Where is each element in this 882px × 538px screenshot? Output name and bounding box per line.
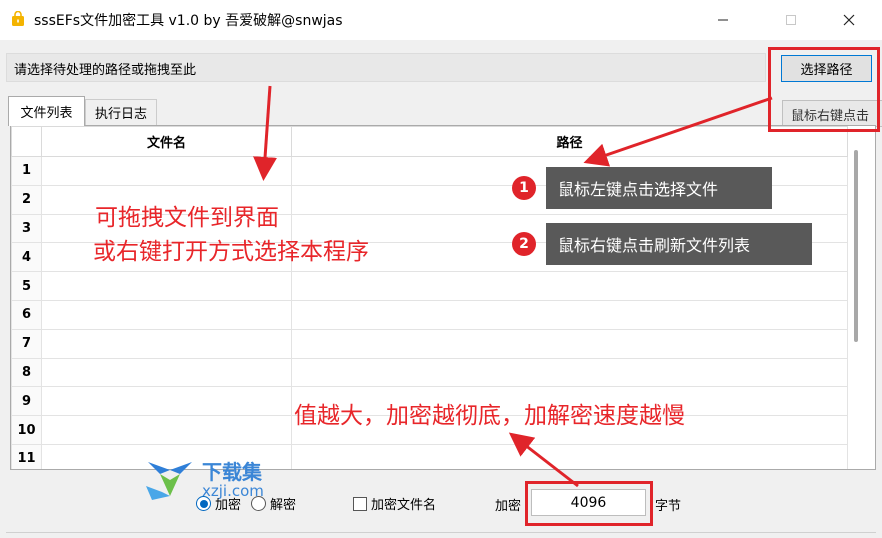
watermark-title: 下载集 — [202, 460, 262, 484]
download-arrow-icon — [146, 462, 192, 500]
row-number: 6 — [11, 299, 42, 330]
status-strip — [6, 532, 876, 538]
close-icon — [843, 14, 855, 26]
select-path-button[interactable]: 选择路径 — [781, 55, 872, 82]
row-number: 2 — [11, 184, 42, 215]
column-header-path[interactable]: 路径 — [291, 126, 848, 157]
drag-hint-line2: 或右键打开方式选择本程序 — [93, 239, 369, 265]
window-title: sssEFs文件加密工具 v1.0 by 吾爱破解@snwjas — [34, 13, 343, 29]
row-number: 3 — [11, 213, 42, 244]
maximize-icon — [786, 15, 796, 25]
row-number: 10 — [11, 415, 42, 445]
encrypt-size-label: 加密 — [495, 499, 522, 514]
size-hint: 值越大，加密越彻底，加解密速度越慢 — [294, 403, 685, 429]
minimize-button[interactable] — [700, 0, 746, 40]
table-row[interactable]: 11 — [11, 443, 848, 469]
table-row[interactable]: 8 — [11, 357, 848, 388]
watermark-logo: 下载集 xzji.com — [142, 456, 292, 504]
table-row[interactable]: 6 — [11, 299, 848, 330]
table-row[interactable]: 7 — [11, 328, 848, 359]
callout-2: 鼠标右键点击刷新文件列表 — [546, 223, 812, 265]
vertical-scrollbar[interactable] — [854, 150, 858, 342]
table-row[interactable]: 5 — [11, 271, 848, 301]
lock-icon — [12, 11, 24, 26]
encrypt-filename-option: 加密文件名 — [353, 494, 436, 513]
refresh-list-button[interactable]: 鼠标右键点击 — [782, 100, 882, 127]
path-drop-zone[interactable]: 请选择待处理的路径或拖拽至此 — [6, 53, 766, 82]
row-number: 4 — [11, 242, 42, 273]
callout-2-badge: 2 — [512, 232, 536, 256]
minimize-icon — [718, 19, 728, 21]
row-number: 1 — [11, 156, 42, 186]
drag-hint-line1: 可拖拽文件到界面 — [95, 205, 279, 231]
path-prompt: 请选择待处理的路径或拖拽至此 — [14, 63, 197, 78]
encrypt-size-unit: 字节 — [655, 499, 682, 514]
tab-execution-log[interactable]: 执行日志 — [85, 99, 157, 125]
close-button[interactable] — [826, 0, 872, 40]
options-panel — [0, 478, 882, 538]
title-bar: sssEFs文件加密工具 v1.0 by 吾爱破解@snwjas — [0, 0, 882, 40]
encrypt-filename-label[interactable]: 加密文件名 — [371, 494, 436, 513]
callout-1-badge: 1 — [512, 176, 536, 200]
row-number: 7 — [11, 328, 42, 359]
encrypt-size-input[interactable] — [531, 489, 646, 516]
row-number: 11 — [11, 443, 42, 469]
row-number: 8 — [11, 357, 42, 388]
row-number: 9 — [11, 386, 42, 417]
watermark-site: xzji.com — [202, 482, 264, 500]
column-header-filename[interactable]: 文件名 — [41, 126, 292, 157]
grid-corner — [11, 126, 42, 157]
encrypt-filename-checkbox[interactable] — [353, 496, 367, 511]
callout-1: 鼠标左键点击选择文件 — [546, 167, 772, 209]
maximize-button[interactable] — [768, 0, 814, 40]
tab-file-list[interactable]: 文件列表 — [8, 96, 85, 126]
row-number: 5 — [11, 271, 42, 301]
